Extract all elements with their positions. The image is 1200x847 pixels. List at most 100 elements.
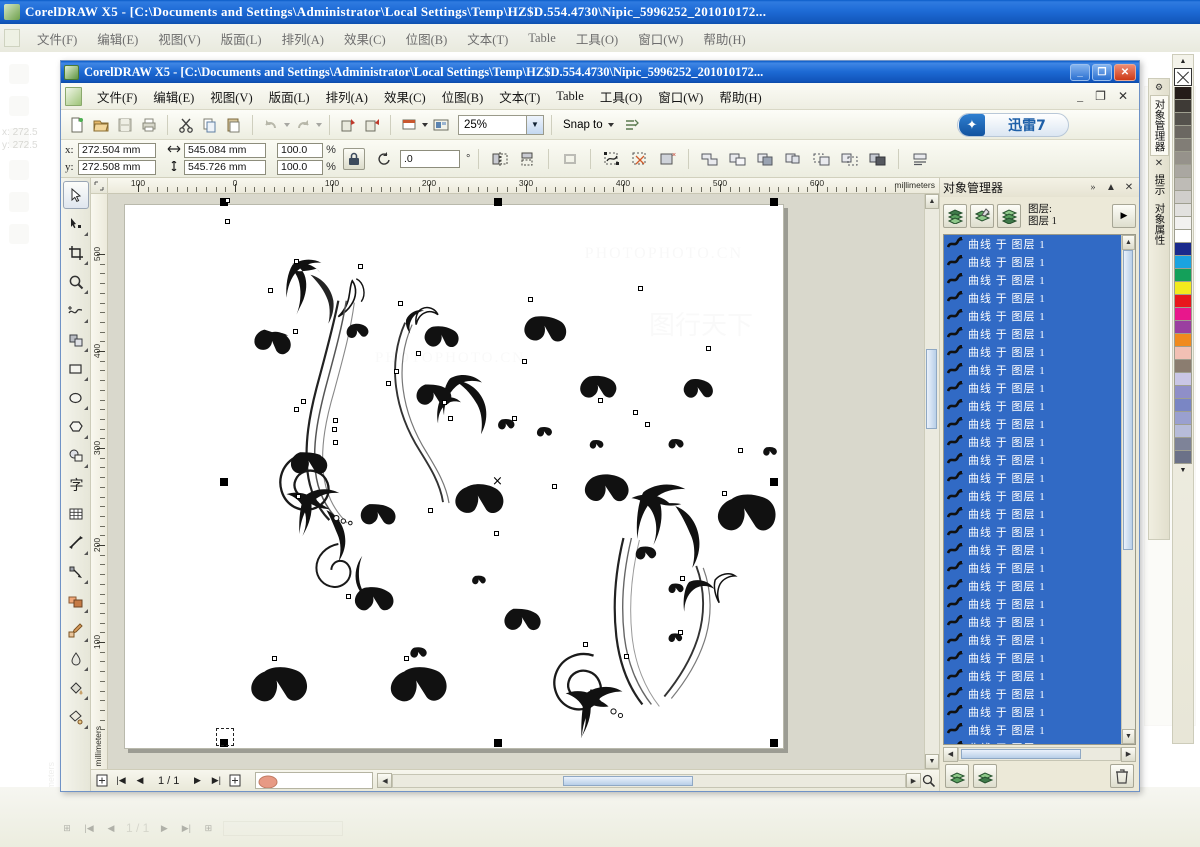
page-tab[interactable] [255, 772, 374, 789]
object-node-handle[interactable] [680, 576, 685, 581]
horizontal-scroll-track[interactable] [392, 773, 906, 788]
docker-collapse-icon[interactable]: » [1086, 181, 1100, 195]
object-list-item[interactable]: 曲线 于 图层 1 [944, 703, 1121, 722]
color-swatch[interactable] [1174, 256, 1192, 269]
outer-menu-item[interactable]: 文本(T) [458, 26, 517, 51]
flyout-arrow-icon[interactable] [83, 551, 88, 555]
vtab-hints[interactable]: 提示 [1151, 171, 1168, 198]
add-page-start-icon[interactable] [95, 773, 109, 788]
color-swatch[interactable] [1174, 321, 1192, 334]
print-icon[interactable] [138, 114, 160, 136]
outer-menu-item[interactable]: 版面(L) [212, 26, 271, 51]
copy-icon[interactable] [199, 114, 221, 136]
flyout-arrow-icon[interactable] [83, 319, 88, 323]
corel-connect-icon[interactable] [430, 114, 452, 136]
flyout-arrow-icon[interactable] [83, 435, 88, 439]
object-list-item[interactable]: 曲线 于 图层 1 [944, 253, 1121, 272]
zoom-level-combobox[interactable]: 25% ▼ [458, 114, 544, 135]
snap-to-button[interactable]: Snap to [559, 119, 618, 131]
object-list-item[interactable]: 曲线 于 图层 1 [944, 487, 1121, 506]
new-icon[interactable] [66, 114, 88, 136]
object-node-handle[interactable] [225, 198, 230, 203]
freehand-tool[interactable] [63, 297, 89, 325]
pick-tool[interactable] [62, 181, 89, 209]
menu-bitmaps[interactable]: 位图(B) [434, 83, 492, 110]
interactive-fill-tool[interactable] [63, 703, 89, 731]
object-node-handle[interactable] [645, 422, 650, 427]
menu-table[interactable]: Table [548, 85, 592, 108]
rectangle-tool[interactable] [63, 355, 89, 383]
first-page-icon[interactable]: |◀ [114, 773, 128, 788]
object-list-item[interactable]: 曲线 于 图层 1 [944, 505, 1121, 524]
menu-text[interactable]: 文本(T) [491, 83, 548, 110]
palette-scroll-up-icon[interactable]: ▲ [1173, 55, 1193, 68]
outer-add-page-end-icon[interactable]: ⊞ [201, 821, 215, 836]
drawing-area[interactable]: PHOTOPHOTO.CN 图行天下 PHOTOPHOTO.CN × [108, 194, 924, 769]
intersect-icon[interactable] [753, 147, 778, 171]
selection-handle-s[interactable] [494, 739, 502, 747]
menu-arrange[interactable]: 排列(A) [318, 83, 376, 110]
minimize-button[interactable]: _ [1070, 63, 1090, 81]
menu-effects[interactable]: 效果(C) [376, 83, 434, 110]
object-list-item[interactable]: 曲线 于 图层 1 [944, 325, 1121, 344]
flyout-arrow-icon[interactable] [83, 696, 88, 700]
blend-tool[interactable] [63, 587, 89, 615]
object-node-handle[interactable] [386, 381, 391, 386]
menu-file[interactable]: 文件(F) [89, 83, 145, 110]
object-list-item[interactable]: 曲线 于 图层 1 [944, 271, 1121, 290]
color-swatch[interactable] [1174, 412, 1192, 425]
scroll-up-button[interactable]: ▲ [925, 194, 939, 209]
outer-page-tab[interactable] [223, 820, 344, 836]
object-node-handle[interactable] [333, 440, 338, 445]
scale-height-input[interactable]: 100.0 [277, 159, 323, 175]
color-swatch[interactable] [1174, 295, 1192, 308]
weld-icon[interactable] [697, 147, 722, 171]
color-swatch[interactable] [1174, 360, 1192, 373]
outer-menu-item[interactable]: 排列(A) [273, 26, 333, 51]
crop-tool[interactable] [63, 239, 89, 267]
object-node-handle[interactable] [294, 259, 299, 264]
color-palette[interactable]: ▲ ▼ [1172, 54, 1194, 744]
outline-tool[interactable] [63, 645, 89, 673]
object-node-handle[interactable] [442, 400, 447, 405]
color-swatch[interactable] [1174, 438, 1192, 451]
object-node-handle[interactable] [598, 398, 603, 403]
color-swatch[interactable] [1174, 152, 1192, 165]
object-node-handle[interactable] [512, 416, 517, 421]
new-layer-icon[interactable] [945, 764, 969, 789]
color-swatch[interactable] [1174, 451, 1192, 464]
object-node-handle[interactable] [358, 264, 363, 269]
object-node-handle[interactable] [552, 484, 557, 489]
redo-dropdown-icon[interactable] [316, 122, 322, 127]
object-node-handle[interactable] [294, 407, 299, 412]
export-icon[interactable] [361, 114, 383, 136]
selection-handle-se[interactable] [770, 739, 778, 747]
color-swatch[interactable] [1174, 217, 1192, 230]
delete-icon[interactable] [1110, 764, 1134, 789]
flyout-arrow-icon[interactable] [83, 290, 88, 294]
object-list-item[interactable]: 曲线 于 图层 1 [944, 631, 1121, 650]
color-swatch[interactable] [1174, 191, 1192, 204]
polygon-tool[interactable] [63, 413, 89, 441]
object-node-handle[interactable] [583, 642, 588, 647]
object-list-item[interactable]: 曲线 于 图层 1 [944, 595, 1121, 614]
outer-prev-page-icon[interactable]: ◀ [104, 821, 118, 836]
canvas-vertical-scrollbar[interactable]: ▲ ▼ [924, 194, 939, 769]
close-button[interactable]: ✕ [1114, 63, 1136, 81]
mdi-restore-button[interactable]: ❐ [1092, 89, 1109, 104]
selection-handle-w[interactable] [220, 478, 228, 486]
import-icon[interactable] [337, 114, 359, 136]
color-swatch[interactable] [1174, 87, 1192, 100]
options-icon[interactable] [620, 114, 642, 136]
vertical-scroll-thumb[interactable] [926, 349, 937, 429]
object-node-handle[interactable] [225, 219, 230, 224]
vtab-close-icon[interactable]: ✕ [1155, 158, 1163, 169]
xunlei-button[interactable]: ✦ 迅雷7 [957, 113, 1069, 137]
basic-shapes-tool[interactable] [63, 442, 89, 470]
object-list-item[interactable]: 曲线 于 图层 1 [944, 289, 1121, 308]
object-list-item[interactable]: 曲线 于 图层 1 [944, 721, 1121, 740]
paste-icon[interactable] [223, 114, 245, 136]
scroll-down-button[interactable]: ▼ [925, 754, 939, 769]
new-master-layer-icon[interactable] [973, 764, 997, 789]
color-swatch[interactable] [1174, 334, 1192, 347]
